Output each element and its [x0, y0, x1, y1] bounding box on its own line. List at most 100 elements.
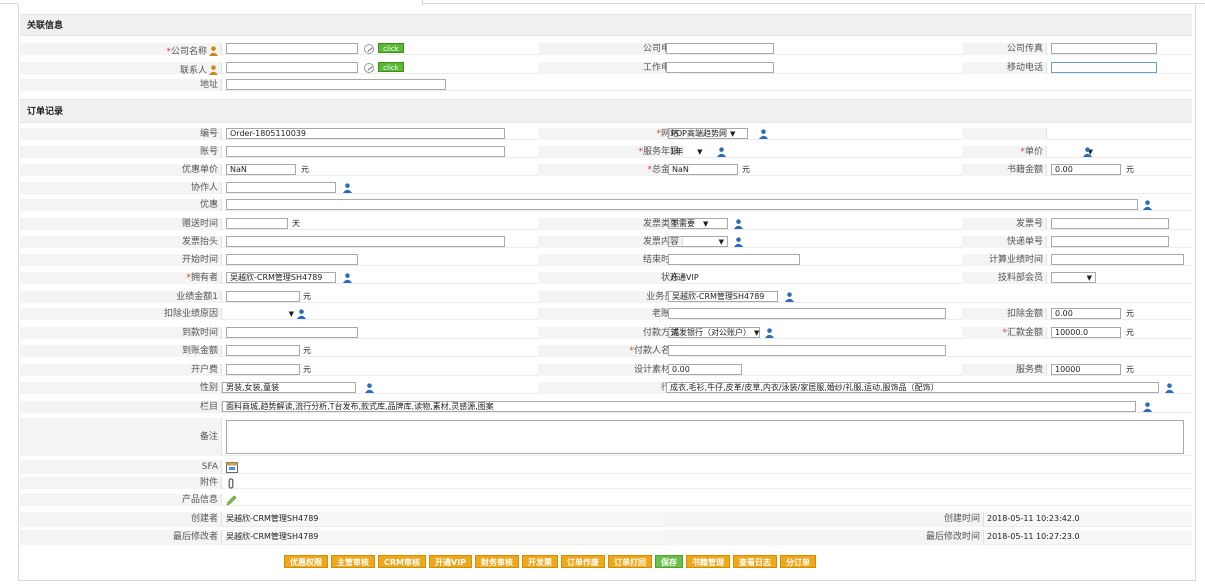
- discount-permission-button[interactable]: 优惠权限: [284, 555, 328, 568]
- gift-days-input[interactable]: [226, 218, 288, 229]
- old-account-input[interactable]: [668, 308, 946, 319]
- person-icon[interactable]: [296, 308, 307, 319]
- deduct-amount-label: 扣除金额: [962, 308, 1047, 320]
- attach-label: 附件: [20, 477, 222, 489]
- company-phone-input[interactable]: [666, 43, 774, 54]
- person-icon[interactable]: [758, 128, 769, 139]
- material-member-label: 技料部会员: [962, 272, 1047, 284]
- clip-icon[interactable]: [226, 478, 236, 489]
- issue-invoice-button[interactable]: 开发票: [522, 555, 559, 568]
- contact-click-button[interactable]: click: [378, 62, 404, 72]
- edit-icon[interactable]: [364, 63, 374, 73]
- design-fee-label: 设计素材费: [538, 364, 683, 376]
- express-no-input[interactable]: [1051, 236, 1169, 247]
- invoice-title-input[interactable]: [226, 236, 505, 247]
- invoice-content-select[interactable]: ▼: [668, 236, 728, 247]
- days-unit: 天: [292, 219, 300, 228]
- remark-textarea[interactable]: [226, 420, 1184, 454]
- service-fee-input[interactable]: 10000: [1051, 364, 1121, 375]
- account-label: 账号: [20, 146, 222, 158]
- start-time-input[interactable]: [226, 254, 358, 265]
- person-icon[interactable]: [342, 182, 353, 193]
- industry-label: 行业: [538, 382, 683, 394]
- open-fee-input[interactable]: [226, 364, 300, 375]
- salesman1-input[interactable]: 吴越欣-CRM管理SH4789: [668, 291, 778, 302]
- modified-time-label: 最后修改时间: [664, 530, 984, 545]
- person-icon[interactable]: [784, 291, 795, 302]
- no-label: 编号: [20, 128, 222, 140]
- end-time-input[interactable]: [668, 254, 800, 265]
- pay-method-select[interactable]: 浦发银行（对公账户） ▼: [668, 327, 760, 338]
- book-management-button[interactable]: 书籍管理: [686, 555, 731, 568]
- remit-amount-label: *汇款金额: [962, 327, 1047, 339]
- discount-price-label: 优惠单价: [20, 164, 222, 176]
- void-order-button[interactable]: 订单作废: [561, 555, 606, 568]
- order-no-input[interactable]: Order-1805110039: [226, 128, 505, 139]
- edit-icon[interactable]: [364, 44, 374, 54]
- modified-time-value: 2018-05-11 10:27:23.0: [987, 532, 1080, 541]
- person-icon[interactable]: [364, 382, 375, 393]
- discount-price-input[interactable]: NaN: [226, 164, 296, 175]
- blank-label: [962, 128, 1047, 140]
- save-button[interactable]: 保存: [655, 555, 684, 568]
- remit-amount-input[interactable]: 10000.0: [1051, 327, 1121, 338]
- company-fax-input[interactable]: [1051, 43, 1157, 54]
- book-amount-input[interactable]: 0.00: [1051, 164, 1121, 175]
- view-log-button[interactable]: 查看日志: [733, 555, 778, 568]
- reject-order-button[interactable]: 订单打回: [608, 555, 653, 568]
- address-label: 地址: [20, 79, 222, 91]
- years-select[interactable]: 1年 ▼: [670, 147, 702, 158]
- contact-input[interactable]: [226, 62, 358, 73]
- gender-input[interactable]: 男装,女装,童装: [222, 382, 356, 393]
- discount-input[interactable]: [226, 199, 1138, 210]
- perf-time-input[interactable]: [1051, 254, 1184, 265]
- person-icon[interactable]: [1164, 382, 1175, 393]
- perf-amount1-input[interactable]: [226, 291, 300, 302]
- section-order-header: 订单记录: [20, 99, 1192, 123]
- mobile-input[interactable]: [1051, 62, 1157, 73]
- split-order-button[interactable]: 分订单: [780, 555, 817, 568]
- person-icon[interactable]: [733, 236, 744, 247]
- end-time-label: 结束时间: [538, 254, 683, 266]
- open-fee-label: 开户费: [20, 364, 222, 376]
- person-icon[interactable]: [1142, 199, 1153, 210]
- company-name-input[interactable]: [226, 43, 358, 54]
- calendar-icon[interactable]: [226, 461, 238, 473]
- yuan-unit: 元: [303, 346, 311, 355]
- crm-review-button[interactable]: CRM审核: [378, 555, 426, 568]
- yuan-unit: 元: [301, 165, 309, 174]
- column-input[interactable]: 面料商城,趋势解读,流行分析,T台发布,款式库,品牌库,读物,素材,灵感源,图案: [222, 401, 1136, 412]
- deduct-reason-select[interactable]: ▼: [226, 309, 294, 320]
- finance-review-button[interactable]: 财务审核: [475, 555, 520, 568]
- collaborator-input[interactable]: [226, 182, 336, 193]
- mobile-label: 移动电话: [962, 62, 1047, 74]
- person-icon[interactable]: [1082, 146, 1093, 157]
- account-input[interactable]: [226, 146, 505, 157]
- industry-input[interactable]: 成衣,毛衫,牛仔,皮革/皮草,内衣/泳装/家居服,婚纱/礼服,运动,服饰品（配饰…: [666, 382, 1159, 393]
- website-select[interactable]: POP高端趋势网 ▼: [668, 128, 748, 139]
- pencil-icon[interactable]: [226, 495, 237, 506]
- deduct-amount-input[interactable]: 0.00: [1051, 308, 1121, 319]
- total-input[interactable]: NaN: [668, 164, 738, 175]
- company-click-button[interactable]: click: [378, 43, 404, 53]
- modifier-value: 吴越欣-CRM管理SH4789: [226, 532, 319, 541]
- address-input[interactable]: [226, 79, 446, 90]
- person-icon[interactable]: [716, 146, 727, 157]
- design-fee-input[interactable]: 0.00: [668, 364, 742, 375]
- express-no-label: 快递单号: [962, 236, 1047, 248]
- person-icon[interactable]: [342, 272, 353, 283]
- invoice-no-input[interactable]: [1051, 218, 1169, 229]
- person-icon[interactable]: [764, 327, 775, 338]
- payer-input[interactable]: [668, 345, 946, 356]
- person-icon[interactable]: [1142, 401, 1153, 412]
- arrival-amount-input[interactable]: [226, 345, 300, 356]
- material-member-select[interactable]: ▼: [1051, 272, 1096, 283]
- work-phone-input[interactable]: [666, 62, 774, 73]
- manager-review-button[interactable]: 主管审核: [331, 555, 375, 568]
- owner-input[interactable]: 吴越欣-CRM管理SH4789: [226, 272, 336, 283]
- person-icon[interactable]: [733, 218, 744, 229]
- open-vip-button[interactable]: 开通VIP: [429, 555, 473, 568]
- invoice-title-label: 发票抬头: [20, 236, 222, 248]
- arrival-time-input[interactable]: [226, 327, 358, 338]
- invoice-type-select[interactable]: 不需要 ▼: [668, 218, 728, 229]
